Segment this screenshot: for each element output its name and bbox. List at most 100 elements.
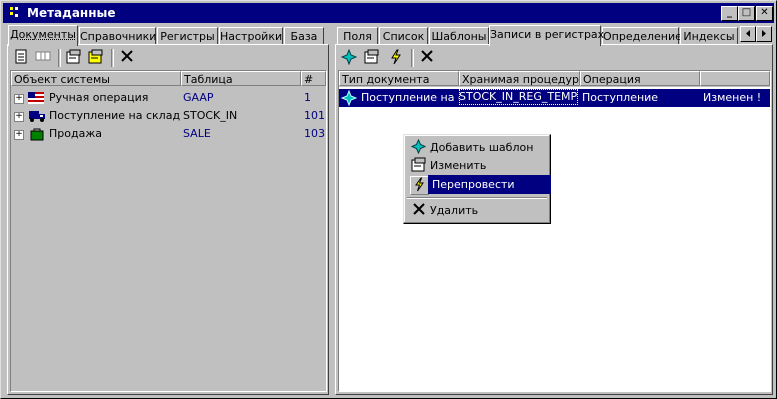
table-name: STOCK_IN	[183, 109, 238, 122]
column-header-status[interactable]	[700, 71, 770, 86]
lightning-icon	[410, 176, 429, 195]
menu-item-add-template[interactable]: Добавить шаблон	[407, 138, 548, 157]
close-icon: ✕	[760, 7, 769, 18]
tab-documents[interactable]: Документы	[8, 25, 78, 46]
tab-settings[interactable]: Настройки	[219, 27, 283, 45]
star-icon	[340, 48, 358, 66]
table-name: SALE	[183, 127, 211, 140]
document-icon	[15, 49, 27, 64]
minimize-button[interactable]: _	[721, 6, 738, 21]
tab-label: База	[290, 30, 318, 43]
tab-scroll-left-button[interactable]	[740, 26, 756, 42]
column-header-object[interactable]: Объект системы	[11, 71, 181, 86]
tab-fields[interactable]: Поля	[337, 27, 378, 45]
delete-x-icon	[121, 50, 133, 62]
maximize-icon: □	[741, 7, 752, 18]
column-header-doc-type[interactable]: Тип документа	[339, 71, 459, 86]
tab-database[interactable]: База	[284, 27, 324, 45]
toolbar-separator	[58, 49, 61, 67]
expander-plus-icon[interactable]: +	[14, 94, 24, 104]
procedure-cell[interactable]: STOCK_IN_REG_TEMPLATE	[459, 89, 578, 105]
metadata-window: Метаданные _ □ ✕ Документы Справочники Р…	[0, 0, 777, 399]
new-document-button[interactable]	[11, 49, 31, 67]
table-name: GAAP	[183, 91, 214, 104]
delete-x-icon	[410, 202, 427, 219]
properties-button[interactable]	[362, 49, 382, 67]
expander-plus-icon[interactable]: +	[14, 130, 24, 140]
tab-directories[interactable]: Справочники	[79, 27, 156, 45]
left-grid-header: Объект системы Таблица #	[11, 71, 326, 87]
tab-definition[interactable]: Определение	[602, 27, 682, 45]
tab-label: Индексы	[683, 30, 735, 43]
properties-button[interactable]	[64, 49, 84, 67]
delete-x-icon	[421, 50, 433, 62]
delete-button[interactable]	[117, 49, 137, 67]
expander-plus-icon[interactable]: +	[14, 112, 24, 122]
tab-indexes[interactable]: Индексы	[680, 27, 738, 45]
maximize-button[interactable]: □	[738, 6, 755, 21]
context-menu: Добавить шаблон Изменить Перепровести Уд…	[403, 134, 551, 224]
tab-label: Регистры	[160, 30, 215, 43]
tab-label: Поля	[343, 30, 372, 43]
add-template-button[interactable]	[339, 48, 359, 67]
truck-icon	[28, 109, 46, 123]
object-name: Ручная операция	[49, 91, 149, 104]
properties-alt-button[interactable]	[86, 49, 106, 67]
repost-button[interactable]	[386, 49, 406, 67]
tab-label: Шаблоны	[431, 30, 487, 43]
doc-type-cell: Поступление на склад	[361, 91, 459, 104]
menu-item-edit[interactable]: Изменить	[407, 156, 548, 175]
row-number: 103	[304, 127, 325, 140]
table-row-selected[interactable]: + Поступление на склад STOCK_IN 101	[11, 107, 326, 125]
left-grid: Объект системы Таблица # + Ручная операц…	[10, 70, 327, 392]
properties-icon	[66, 49, 81, 64]
app-icon	[7, 5, 21, 20]
tab-label: Документы	[10, 28, 76, 41]
tab-label: Настройки	[220, 30, 283, 43]
arrow-left-icon	[746, 30, 750, 37]
toolbar-separator	[111, 49, 114, 67]
menu-item-label: Изменить	[430, 159, 487, 172]
menu-item-delete[interactable]: Удалить	[407, 201, 548, 220]
properties-icon	[364, 49, 379, 64]
tab-register-entries[interactable]: Записи в регистрах	[489, 25, 604, 46]
table-row[interactable]: + Ручная операция GAAP 1	[11, 89, 326, 107]
table-row-selected[interactable]: Поступление на склад STOCK_IN_REG_TEMPLA…	[339, 89, 770, 107]
tab-scroll-right-button[interactable]	[756, 26, 772, 42]
delete-button[interactable]	[417, 49, 437, 67]
right-grid-header: Тип документа Хранимая процедура Операци…	[339, 71, 770, 87]
toolbar-separator	[411, 49, 414, 67]
tab-list[interactable]: Список	[379, 27, 428, 45]
object-name: Продажа	[49, 127, 102, 140]
menu-item-repost[interactable]: Перепровести	[407, 175, 551, 195]
properties-yellow-icon	[88, 49, 103, 64]
lightning-icon	[391, 49, 401, 65]
row-number: 1	[304, 91, 311, 104]
column-header-table[interactable]: Таблица	[181, 71, 301, 86]
columns-icon	[35, 51, 51, 61]
menu-item-label: Удалить	[430, 204, 479, 217]
object-name: Поступление на склад	[49, 109, 181, 122]
columns-button[interactable]	[33, 49, 53, 67]
table-row[interactable]: + Продажа SALE 103	[11, 125, 326, 143]
properties-icon	[410, 157, 427, 174]
column-header-number[interactable]: #	[301, 71, 326, 86]
tab-label: Определение	[603, 30, 682, 43]
close-button[interactable]: ✕	[756, 6, 773, 21]
window-title: Метаданные	[27, 6, 116, 20]
menu-item-label: Перепровести	[432, 178, 515, 191]
arrow-right-icon	[762, 30, 766, 37]
title-bar[interactable]: Метаданные _ □ ✕	[3, 3, 774, 23]
tab-label: Справочники	[80, 30, 157, 43]
tab-templates[interactable]: Шаблоны	[429, 27, 489, 45]
column-header-operation[interactable]: Операция	[580, 71, 700, 86]
pane-splitter[interactable]	[329, 25, 334, 395]
menu-separator	[407, 197, 547, 199]
flag-icon	[28, 92, 44, 104]
row-number: 101	[304, 109, 325, 122]
status-cell: Изменен !	[703, 91, 762, 104]
tab-registers[interactable]: Регистры	[157, 27, 218, 45]
column-header-procedure[interactable]: Хранимая процедура	[459, 71, 580, 86]
menu-item-label: Добавить шаблон	[430, 141, 534, 154]
bag-icon	[29, 127, 45, 141]
